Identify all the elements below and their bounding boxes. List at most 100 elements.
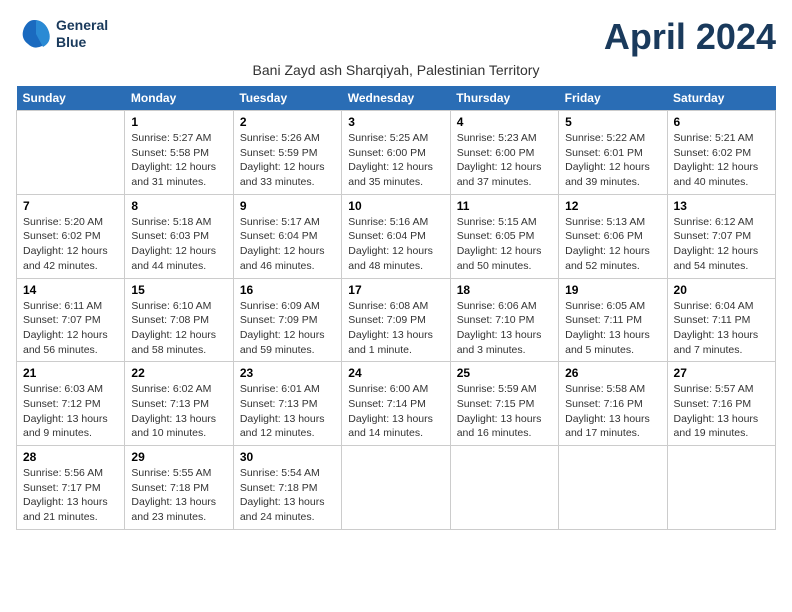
day-info: Sunrise: 6:12 AM Sunset: 7:07 PM Dayligh… <box>674 215 769 274</box>
day-number: 25 <box>457 366 552 380</box>
calendar-cell: 10 Sunrise: 5:16 AM Sunset: 6:04 PM Dayli… <box>342 194 450 278</box>
day-info: Sunrise: 6:00 AM Sunset: 7:14 PM Dayligh… <box>348 382 443 441</box>
day-number: 9 <box>240 199 335 213</box>
day-number: 6 <box>674 115 769 129</box>
day-info: Sunrise: 5:59 AM Sunset: 7:15 PM Dayligh… <box>457 382 552 441</box>
calendar-cell: 24Sunrise: 6:00 AM Sunset: 7:14 PM Dayli… <box>342 362 450 446</box>
day-info: Sunrise: 5:16 AM Sunset: 6:04 PM Dayligh… <box>348 215 443 274</box>
day-info: Sunrise: 6:11 AM Sunset: 7:07 PM Dayligh… <box>23 299 118 358</box>
calendar-cell: 23 Sunrise: 6:01 AM Sunset: 7:13 PM Dayli… <box>233 362 341 446</box>
day-info: Sunrise: 5:56 AM Sunset: 7:17 PM Dayligh… <box>23 466 118 525</box>
calendar-cell: 16 Sunrise: 6:09 AM Sunset: 7:09 PM Dayli… <box>233 278 341 362</box>
calendar-cell: 8 Sunrise: 5:18 AM Sunset: 6:03 PM Daylig… <box>125 194 233 278</box>
logo-icon <box>16 16 52 52</box>
calendar-cell: 1 Sunrise: 5:27 AM Sunset: 5:58 PM Daylig… <box>125 111 233 195</box>
logo: General Blue <box>16 16 108 52</box>
calendar-cell: 20Sunrise: 6:04 AM Sunset: 7:11 PM Dayli… <box>667 278 775 362</box>
calendar-cell: 13Sunrise: 6:12 AM Sunset: 7:07 PM Dayli… <box>667 194 775 278</box>
calendar-cell: 26Sunrise: 5:58 AM Sunset: 7:16 PM Dayli… <box>559 362 667 446</box>
calendar-cell: 22 Sunrise: 6:02 AM Sunset: 7:13 PM Dayli… <box>125 362 233 446</box>
day-info: Sunrise: 5:15 AM Sunset: 6:05 PM Dayligh… <box>457 215 552 274</box>
day-info: Sunrise: 6:05 AM Sunset: 7:11 PM Dayligh… <box>565 299 660 358</box>
day-number: 29 <box>131 450 226 464</box>
calendar-cell: 15 Sunrise: 6:10 AM Sunset: 7:08 PM Dayli… <box>125 278 233 362</box>
day-number: 22 <box>131 366 226 380</box>
day-info: Sunrise: 5:13 AM Sunset: 6:06 PM Dayligh… <box>565 215 660 274</box>
day-number: 28 <box>23 450 118 464</box>
day-number: 23 <box>240 366 335 380</box>
day-number: 27 <box>674 366 769 380</box>
day-info: Sunrise: 5:54 AM Sunset: 7:18 PM Dayligh… <box>240 466 335 525</box>
calendar-cell: 17 Sunrise: 6:08 AM Sunset: 7:09 PM Dayli… <box>342 278 450 362</box>
day-number: 5 <box>565 115 660 129</box>
day-number: 18 <box>457 283 552 297</box>
calendar-week-4: 21 Sunrise: 6:03 AM Sunset: 7:12 PM Dayli… <box>17 362 776 446</box>
day-info: Sunrise: 5:18 AM Sunset: 6:03 PM Dayligh… <box>131 215 226 274</box>
calendar-cell: 21 Sunrise: 6:03 AM Sunset: 7:12 PM Dayli… <box>17 362 125 446</box>
day-info: Sunrise: 5:17 AM Sunset: 6:04 PM Dayligh… <box>240 215 335 274</box>
calendar-cell: 3 Sunrise: 5:25 AM Sunset: 6:00 PM Daylig… <box>342 111 450 195</box>
day-info: Sunrise: 6:08 AM Sunset: 7:09 PM Dayligh… <box>348 299 443 358</box>
weekday-header-thursday: Thursday <box>450 86 558 111</box>
calendar-cell: 5 Sunrise: 5:22 AM Sunset: 6:01 PM Daylig… <box>559 111 667 195</box>
month-title: April 2024 <box>604 16 776 58</box>
day-info: Sunrise: 6:01 AM Sunset: 7:13 PM Dayligh… <box>240 382 335 441</box>
calendar-body: 1 Sunrise: 5:27 AM Sunset: 5:58 PM Daylig… <box>17 111 776 530</box>
day-number: 8 <box>131 199 226 213</box>
calendar-cell <box>450 446 558 530</box>
day-info: Sunrise: 5:21 AM Sunset: 6:02 PM Dayligh… <box>674 131 769 190</box>
weekday-header-row: SundayMondayTuesdayWednesdayThursdayFrid… <box>17 86 776 111</box>
weekday-header-monday: Monday <box>125 86 233 111</box>
calendar-cell: 6 Sunrise: 5:21 AM Sunset: 6:02 PM Daylig… <box>667 111 775 195</box>
calendar-cell: 9 Sunrise: 5:17 AM Sunset: 6:04 PM Daylig… <box>233 194 341 278</box>
day-number: 20 <box>674 283 769 297</box>
day-number: 19 <box>565 283 660 297</box>
day-number: 17 <box>348 283 443 297</box>
day-number: 16 <box>240 283 335 297</box>
weekday-header-friday: Friday <box>559 86 667 111</box>
calendar-week-2: 7 Sunrise: 5:20 AM Sunset: 6:02 PM Daylig… <box>17 194 776 278</box>
weekday-header-saturday: Saturday <box>667 86 775 111</box>
day-info: Sunrise: 5:22 AM Sunset: 6:01 PM Dayligh… <box>565 131 660 190</box>
day-info: Sunrise: 6:03 AM Sunset: 7:12 PM Dayligh… <box>23 382 118 441</box>
calendar-cell <box>667 446 775 530</box>
day-number: 21 <box>23 366 118 380</box>
day-info: Sunrise: 6:10 AM Sunset: 7:08 PM Dayligh… <box>131 299 226 358</box>
day-number: 15 <box>131 283 226 297</box>
day-info: Sunrise: 5:27 AM Sunset: 5:58 PM Dayligh… <box>131 131 226 190</box>
calendar-cell: 12 Sunrise: 5:13 AM Sunset: 6:06 PM Dayli… <box>559 194 667 278</box>
day-number: 26 <box>565 366 660 380</box>
calendar-cell: 25 Sunrise: 5:59 AM Sunset: 7:15 PM Dayli… <box>450 362 558 446</box>
calendar-cell <box>342 446 450 530</box>
day-info: Sunrise: 6:02 AM Sunset: 7:13 PM Dayligh… <box>131 382 226 441</box>
weekday-header-sunday: Sunday <box>17 86 125 111</box>
calendar-cell: 28 Sunrise: 5:56 AM Sunset: 7:17 PM Dayli… <box>17 446 125 530</box>
calendar-cell <box>559 446 667 530</box>
calendar-cell: 7 Sunrise: 5:20 AM Sunset: 6:02 PM Daylig… <box>17 194 125 278</box>
calendar-cell: 29 Sunrise: 5:55 AM Sunset: 7:18 PM Dayli… <box>125 446 233 530</box>
calendar-week-1: 1 Sunrise: 5:27 AM Sunset: 5:58 PM Daylig… <box>17 111 776 195</box>
day-number: 4 <box>457 115 552 129</box>
day-number: 3 <box>348 115 443 129</box>
day-number: 1 <box>131 115 226 129</box>
calendar-cell: 4 Sunrise: 5:23 AM Sunset: 6:00 PM Daylig… <box>450 111 558 195</box>
logo-general: General <box>56 17 108 34</box>
calendar-cell: 19 Sunrise: 6:05 AM Sunset: 7:11 PM Dayli… <box>559 278 667 362</box>
day-number: 2 <box>240 115 335 129</box>
day-info: Sunrise: 5:57 AM Sunset: 7:16 PM Dayligh… <box>674 382 769 441</box>
day-number: 10 <box>348 199 443 213</box>
day-info: Sunrise: 5:25 AM Sunset: 6:00 PM Dayligh… <box>348 131 443 190</box>
day-info: Sunrise: 5:23 AM Sunset: 6:00 PM Dayligh… <box>457 131 552 190</box>
calendar-table: SundayMondayTuesdayWednesdayThursdayFrid… <box>16 86 776 530</box>
calendar-cell: 2 Sunrise: 5:26 AM Sunset: 5:59 PM Daylig… <box>233 111 341 195</box>
calendar-cell: 27 Sunrise: 5:57 AM Sunset: 7:16 PM Dayli… <box>667 362 775 446</box>
day-number: 12 <box>565 199 660 213</box>
day-number: 7 <box>23 199 118 213</box>
day-info: Sunrise: 5:20 AM Sunset: 6:02 PM Dayligh… <box>23 215 118 274</box>
day-number: 14 <box>23 283 118 297</box>
day-info: Sunrise: 6:09 AM Sunset: 7:09 PM Dayligh… <box>240 299 335 358</box>
calendar-cell <box>17 111 125 195</box>
day-info: Sunrise: 5:55 AM Sunset: 7:18 PM Dayligh… <box>131 466 226 525</box>
day-info: Sunrise: 5:26 AM Sunset: 5:59 PM Dayligh… <box>240 131 335 190</box>
calendar-cell: 14 Sunrise: 6:11 AM Sunset: 7:07 PM Dayli… <box>17 278 125 362</box>
